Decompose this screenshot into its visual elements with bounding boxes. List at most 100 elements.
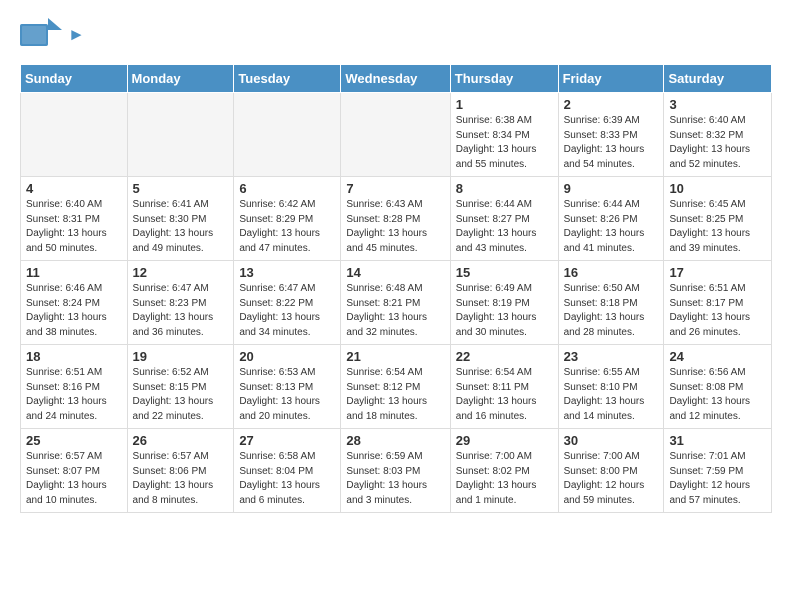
logo-icon	[20, 16, 62, 54]
calendar-table: SundayMondayTuesdayWednesdayThursdayFrid…	[20, 64, 772, 513]
calendar-cell: 2Sunrise: 6:39 AMSunset: 8:33 PMDaylight…	[558, 93, 664, 177]
calendar-cell: 10 Sunrise: 6:45 AMSunset: 8:25 PMDayligh…	[664, 177, 772, 261]
day-detail: Sunrise: 6:42 AMSunset: 8:29 PMDaylight:…	[239, 198, 335, 256]
calendar-cell: 19 Sunrise: 6:52 AMSunset: 8:15 PMDayligh…	[127, 345, 234, 429]
day-number: 17	[669, 265, 766, 280]
day-number: 16	[564, 265, 659, 280]
day-detail: Sunrise: 6:47 AMSunset: 8:22 PMDaylight:…	[239, 282, 335, 340]
day-detail: Sunrise: 7:01 AMSunset: 7:59 PMDaylight:…	[669, 450, 766, 508]
calendar-cell	[341, 93, 450, 177]
calendar-cell: 23 Sunrise: 6:55 AMSunset: 8:10 PMDayligh…	[558, 345, 664, 429]
weekday-header-monday: Monday	[127, 65, 234, 93]
logo-general: ►	[68, 26, 85, 45]
calendar-week-3: 11Sunrise: 6:46 AMSunset: 8:24 PMDayligh…	[21, 261, 772, 345]
weekday-header-saturday: Saturday	[664, 65, 772, 93]
day-number: 21	[346, 349, 444, 364]
day-number: 31	[669, 433, 766, 448]
weekday-header-tuesday: Tuesday	[234, 65, 341, 93]
day-number: 26	[133, 433, 229, 448]
day-detail: Sunrise: 6:45 AMSunset: 8:25 PMDaylight:…	[669, 198, 766, 256]
calendar-cell	[21, 93, 128, 177]
day-detail: Sunrise: 6:56 AMSunset: 8:08 PMDaylight:…	[669, 366, 766, 424]
day-detail: Sunrise: 6:59 AMSunset: 8:03 PMDaylight:…	[346, 450, 444, 508]
calendar-cell: 30Sunrise: 7:00 AMSunset: 8:00 PMDayligh…	[558, 429, 664, 513]
calendar-week-5: 25 Sunrise: 6:57 AMSunset: 8:07 PMDayligh…	[21, 429, 772, 513]
weekday-header-sunday: Sunday	[21, 65, 128, 93]
day-number: 12	[133, 265, 229, 280]
day-detail: Sunrise: 6:40 AMSunset: 8:31 PMDaylight:…	[26, 198, 122, 256]
day-number: 24	[669, 349, 766, 364]
calendar-cell	[127, 93, 234, 177]
day-detail: Sunrise: 6:43 AMSunset: 8:28 PMDaylight:…	[346, 198, 444, 256]
calendar-cell: 28 Sunrise: 6:59 AMSunset: 8:03 PMDayligh…	[341, 429, 450, 513]
calendar-week-2: 4Sunrise: 6:40 AMSunset: 8:31 PMDaylight…	[21, 177, 772, 261]
day-detail: Sunrise: 6:48 AMSunset: 8:21 PMDaylight:…	[346, 282, 444, 340]
day-number: 11	[26, 265, 122, 280]
day-number: 23	[564, 349, 659, 364]
calendar-cell: 26 Sunrise: 6:57 AMSunset: 8:06 PMDayligh…	[127, 429, 234, 513]
day-detail: Sunrise: 6:40 AMSunset: 8:32 PMDaylight:…	[669, 114, 766, 172]
calendar-cell: 12Sunrise: 6:47 AMSunset: 8:23 PMDayligh…	[127, 261, 234, 345]
day-number: 9	[564, 181, 659, 196]
day-detail: Sunrise: 6:50 AMSunset: 8:18 PMDaylight:…	[564, 282, 659, 340]
calendar-cell: 24 Sunrise: 6:56 AMSunset: 8:08 PMDayligh…	[664, 345, 772, 429]
day-detail: Sunrise: 7:00 AMSunset: 8:02 PMDaylight:…	[456, 450, 553, 508]
day-number: 13	[239, 265, 335, 280]
day-number: 22	[456, 349, 553, 364]
calendar-cell: 3 Sunrise: 6:40 AMSunset: 8:32 PMDaylight…	[664, 93, 772, 177]
calendar-cell	[234, 93, 341, 177]
calendar-cell: 22 Sunrise: 6:54 AMSunset: 8:11 PMDayligh…	[450, 345, 558, 429]
calendar-cell: 27Sunrise: 6:58 AMSunset: 8:04 PMDayligh…	[234, 429, 341, 513]
logo-area: ►	[20, 16, 85, 54]
calendar-cell: 17Sunrise: 6:51 AMSunset: 8:17 PMDayligh…	[664, 261, 772, 345]
day-detail: Sunrise: 7:00 AMSunset: 8:00 PMDaylight:…	[564, 450, 659, 508]
page: ► SundayMondayTuesdayWednesdayThursdayFr…	[0, 0, 792, 529]
day-number: 5	[133, 181, 229, 196]
day-detail: Sunrise: 6:44 AMSunset: 8:26 PMDaylight:…	[564, 198, 659, 256]
day-detail: Sunrise: 6:53 AMSunset: 8:13 PMDaylight:…	[239, 366, 335, 424]
calendar-cell: 6 Sunrise: 6:42 AMSunset: 8:29 PMDaylight…	[234, 177, 341, 261]
day-number: 1	[456, 97, 553, 112]
weekday-header-wednesday: Wednesday	[341, 65, 450, 93]
calendar-cell: 16 Sunrise: 6:50 AMSunset: 8:18 PMDayligh…	[558, 261, 664, 345]
day-detail: Sunrise: 6:38 AMSunset: 8:34 PMDaylight:…	[456, 114, 553, 172]
day-detail: Sunrise: 6:41 AMSunset: 8:30 PMDaylight:…	[133, 198, 229, 256]
day-detail: Sunrise: 6:52 AMSunset: 8:15 PMDaylight:…	[133, 366, 229, 424]
calendar-cell: 25 Sunrise: 6:57 AMSunset: 8:07 PMDayligh…	[21, 429, 128, 513]
day-detail: Sunrise: 6:51 AMSunset: 8:16 PMDaylight:…	[26, 366, 122, 424]
weekday-header-friday: Friday	[558, 65, 664, 93]
calendar-cell: 5 Sunrise: 6:41 AMSunset: 8:30 PMDaylight…	[127, 177, 234, 261]
calendar-cell: 21 Sunrise: 6:54 AMSunset: 8:12 PMDayligh…	[341, 345, 450, 429]
day-number: 8	[456, 181, 553, 196]
day-number: 28	[346, 433, 444, 448]
day-number: 7	[346, 181, 444, 196]
calendar-cell: 29 Sunrise: 7:00 AMSunset: 8:02 PMDayligh…	[450, 429, 558, 513]
day-number: 18	[26, 349, 122, 364]
calendar-week-4: 18 Sunrise: 6:51 AMSunset: 8:16 PMDayligh…	[21, 345, 772, 429]
calendar-cell: 9 Sunrise: 6:44 AMSunset: 8:26 PMDaylight…	[558, 177, 664, 261]
day-detail: Sunrise: 6:55 AMSunset: 8:10 PMDaylight:…	[564, 366, 659, 424]
logo-text-block: ►	[68, 26, 85, 44]
day-number: 3	[669, 97, 766, 112]
calendar-cell: 1 Sunrise: 6:38 AMSunset: 8:34 PMDaylight…	[450, 93, 558, 177]
day-detail: Sunrise: 6:54 AMSunset: 8:12 PMDaylight:…	[346, 366, 444, 424]
day-detail: Sunrise: 6:44 AMSunset: 8:27 PMDaylight:…	[456, 198, 553, 256]
day-detail: Sunrise: 6:57 AMSunset: 8:07 PMDaylight:…	[26, 450, 122, 508]
calendar-cell: 11Sunrise: 6:46 AMSunset: 8:24 PMDayligh…	[21, 261, 128, 345]
calendar-cell: 8 Sunrise: 6:44 AMSunset: 8:27 PMDaylight…	[450, 177, 558, 261]
calendar-cell: 14 Sunrise: 6:48 AMSunset: 8:21 PMDayligh…	[341, 261, 450, 345]
day-detail: Sunrise: 6:57 AMSunset: 8:06 PMDaylight:…	[133, 450, 229, 508]
day-number: 6	[239, 181, 335, 196]
day-number: 14	[346, 265, 444, 280]
day-number: 29	[456, 433, 553, 448]
calendar-cell: 13 Sunrise: 6:47 AMSunset: 8:22 PMDayligh…	[234, 261, 341, 345]
day-number: 10	[669, 181, 766, 196]
day-number: 19	[133, 349, 229, 364]
day-number: 25	[26, 433, 122, 448]
day-number: 27	[239, 433, 335, 448]
calendar-cell: 7 Sunrise: 6:43 AMSunset: 8:28 PMDaylight…	[341, 177, 450, 261]
day-detail: Sunrise: 6:49 AMSunset: 8:19 PMDaylight:…	[456, 282, 553, 340]
day-number: 15	[456, 265, 553, 280]
day-detail: Sunrise: 6:54 AMSunset: 8:11 PMDaylight:…	[456, 366, 553, 424]
calendar-cell: 15 Sunrise: 6:49 AMSunset: 8:19 PMDayligh…	[450, 261, 558, 345]
